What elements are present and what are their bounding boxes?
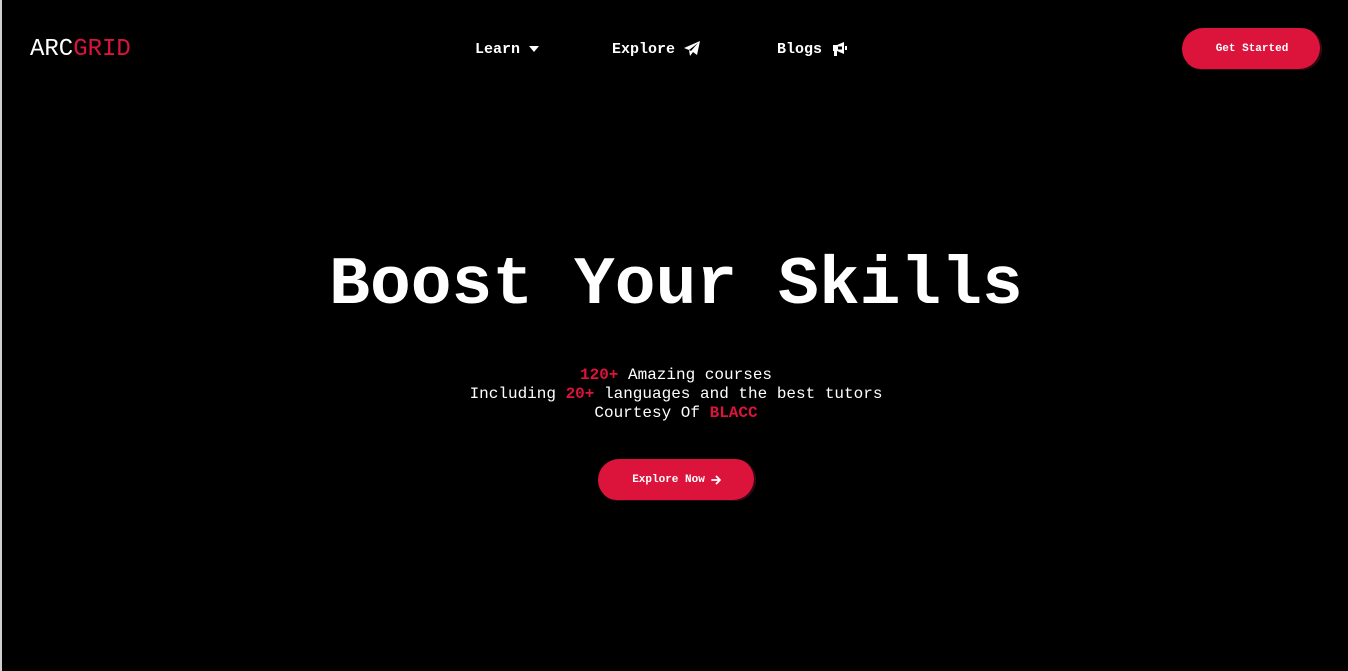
brand-logo[interactable]: ARCGRID <box>30 36 131 64</box>
get-started-button[interactable]: Get Started <box>1182 28 1322 70</box>
megaphone-icon <box>830 40 848 58</box>
languages-suffix: languages and the best tutors <box>594 385 883 403</box>
nav-item-label: Learn <box>475 40 521 58</box>
nav-item-label: Explore <box>612 40 676 58</box>
hero: Boost Your Skills 120+ Amazing courses I… <box>2 240 1348 501</box>
explore-now-button[interactable]: Explore Now <box>598 459 756 501</box>
courses-text: Amazing courses <box>618 366 773 384</box>
brand-logo-part1: ARC <box>30 36 74 63</box>
page: ARCGRID Learn Explore Blogs Get Started … <box>0 0 1348 671</box>
nav-item-label: Blogs <box>777 40 823 58</box>
courses-count: 120+ <box>579 366 619 384</box>
caret-down-icon <box>528 44 540 54</box>
hero-title: Boost Your Skills <box>329 247 1023 324</box>
nav-item-explore[interactable]: Explore <box>612 36 701 62</box>
nav-item-blogs[interactable]: Blogs <box>777 36 848 62</box>
languages-count: 20+ <box>565 385 595 403</box>
hero-subtitle: 120+ Amazing courses Including 20+ langu… <box>2 366 1348 423</box>
arrow-right-icon <box>710 475 722 485</box>
navbar: ARCGRID Learn Explore Blogs Get Started <box>2 0 1348 98</box>
nav-item-learn[interactable]: Learn <box>475 36 540 62</box>
paper-plane-icon <box>683 40 701 58</box>
courtesy-name: BLACC <box>709 404 758 422</box>
hero-line-courses: 120+ Amazing courses <box>2 366 1348 385</box>
brand-logo-part2: GRID <box>73 36 131 63</box>
languages-prefix: Including <box>469 385 566 403</box>
explore-now-label: Explore Now <box>632 474 705 486</box>
courtesy-prefix: Courtesy Of <box>594 404 710 422</box>
hero-line-languages: Including 20+ languages and the best tut… <box>2 385 1348 404</box>
hero-line-courtesy: Courtesy Of BLACC <box>2 404 1348 423</box>
